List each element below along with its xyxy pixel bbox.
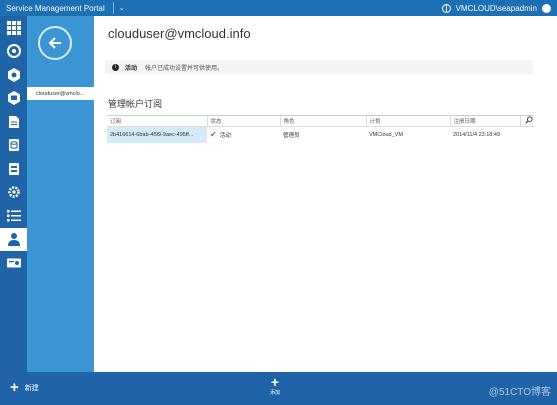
status-label: 活动: [125, 65, 138, 72]
status-message: 帐户已成功设置并可供使用。: [145, 65, 224, 72]
subscriptions-table: 订阅 状态 角色 计划 注册日期 2b416614-6bab-4f99-9aec…: [107, 115, 534, 143]
column-header-status[interactable]: 状态: [206, 115, 280, 127]
plus-icon: +: [270, 374, 280, 390]
rail-item-websites[interactable]: [0, 40, 27, 64]
rail-item-subscriptions[interactable]: [0, 251, 27, 275]
list-icon: [6, 209, 21, 222]
server-icon: [8, 162, 19, 175]
column-header-subscription[interactable]: 订阅: [107, 115, 207, 127]
card-icon: [6, 258, 21, 268]
watermark: @51CTO博客: [489, 383, 551, 398]
column-header-plan[interactable]: 计划: [365, 115, 450, 127]
cell-registered: 2014/11/4 23:18:49: [453, 131, 500, 138]
document-icon: [8, 115, 19, 128]
title-divider: [112, 2, 114, 14]
rail-item-sql-databases[interactable]: [0, 134, 27, 158]
cell-empty: [520, 127, 534, 143]
gear-icon: [7, 186, 20, 198]
cell-subscription[interactable]: 2b416614-6bab-4f99-9aec-495ff...: [107, 126, 207, 143]
check-icon: ✔: [210, 130, 217, 140]
username[interactable]: VMCLOUD\seapadmin: [456, 4, 537, 13]
column-header-registered[interactable]: 注册日期: [449, 115, 520, 127]
portal-title[interactable]: Service Management Portal: [0, 4, 105, 13]
cell-role: 管理员: [283, 132, 300, 139]
column-header-role[interactable]: 角色: [279, 115, 366, 127]
globe-icon[interactable]: [441, 3, 451, 13]
info-icon: i: [112, 63, 119, 71]
account-panel: clouduser@vmclo...: [27, 16, 94, 372]
table-row[interactable]: 2b416614-6bab-4f99-9aec-495ff... ✔ 活动 管理员…: [107, 126, 534, 143]
command-bar: + 新建 + 添加 @51CTO博客: [0, 372, 557, 405]
new-button-label: 新建: [24, 384, 39, 392]
back-button[interactable]: [38, 26, 72, 60]
rail-item-service-bus[interactable]: [0, 63, 27, 87]
user-icon: [7, 233, 20, 247]
search-icon: [525, 116, 533, 124]
watermark-text: @51CTO博客: [488, 387, 551, 398]
new-button[interactable]: + 新建: [10, 380, 39, 395]
cell-plan: VMCloud_VM: [369, 131, 403, 138]
arrow-left-icon: [48, 37, 61, 49]
database-icon: [8, 139, 19, 152]
panel-item-account[interactable]: clouduser@vmclo...: [27, 87, 94, 100]
grid-icon: [6, 20, 21, 35]
rail-item-automation[interactable]: [0, 181, 27, 205]
hexagon-icon: [7, 67, 20, 82]
table-search-button[interactable]: [519, 115, 534, 127]
user-area[interactable]: VMCLOUD\seapadmin: [441, 0, 551, 16]
section-title: 管理帐户订阅: [108, 99, 163, 109]
add-button[interactable]: + 添加: [265, 375, 285, 396]
status-banner: i 活动 帐户已成功设置并可供使用。: [105, 60, 533, 74]
chevron-down-icon[interactable]: ⌄: [119, 4, 125, 12]
add-button-label: 添加: [269, 390, 280, 396]
avatar[interactable]: [542, 3, 551, 13]
rail-item-mysql[interactable]: [0, 157, 27, 181]
rail-item-all-items[interactable]: [0, 16, 27, 40]
rail-item-my-account[interactable]: [0, 227, 27, 251]
rail-item-virtual-machines[interactable]: [0, 87, 27, 111]
cell-status: ✔ 活动: [207, 127, 280, 143]
table-header-row: 订阅 状态 角色 计划 注册日期: [107, 115, 534, 127]
globe-icon: [6, 44, 21, 59]
rail-item-documents[interactable]: [0, 110, 27, 134]
rail-item-plans[interactable]: [0, 204, 27, 228]
cell-status-text: 活动: [219, 133, 231, 140]
page-title: clouduser@vmcloud.info: [108, 26, 251, 41]
top-bar: Service Management Portal ⌄ VMCLOUD\seap…: [0, 0, 557, 16]
service-rail: [0, 16, 27, 372]
monitor-icon: [7, 91, 20, 106]
main-content: clouduser@vmcloud.info i 活动 帐户已成功设置并可供使用…: [94, 16, 557, 372]
plus-icon: +: [10, 379, 19, 396]
